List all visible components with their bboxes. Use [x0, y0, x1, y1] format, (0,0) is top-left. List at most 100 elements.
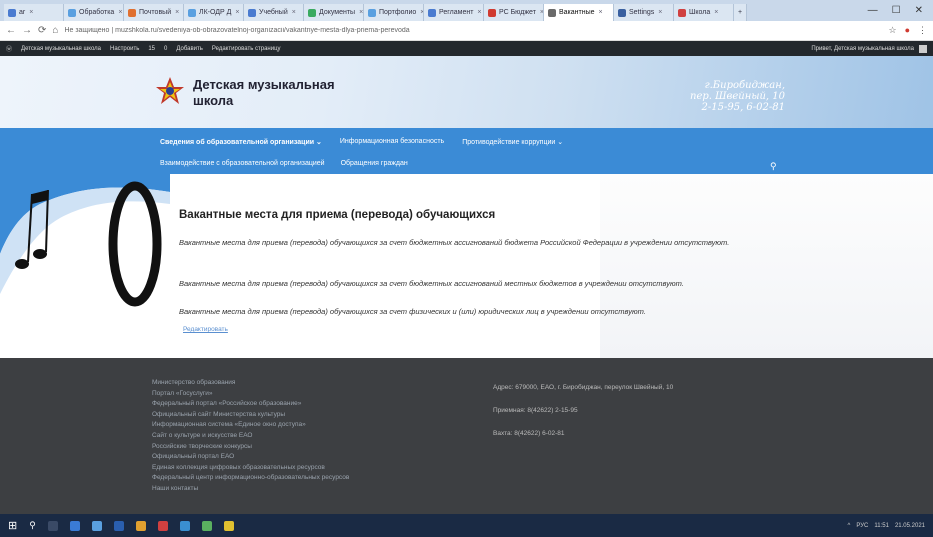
- app-icon[interactable]: [91, 520, 102, 531]
- vacancy-federal: Вакантные места для приема (перевода) об…: [179, 238, 730, 247]
- close-icon[interactable]: ✕: [915, 5, 923, 16]
- browser-tab[interactable]: Регламент ×: [424, 4, 484, 21]
- tab-label: ЛК-ОДР Д: [199, 9, 232, 16]
- browser-tab[interactable]: РС Бюджет ×: [484, 4, 544, 21]
- back-icon[interactable]: ←: [6, 25, 16, 36]
- windows-start-icon[interactable]: ⊞: [8, 519, 17, 532]
- close-tab-icon[interactable]: ×: [175, 9, 179, 16]
- browser-tab[interactable]: Settings ×: [614, 4, 674, 21]
- favicon-icon: [678, 8, 686, 17]
- footer-link[interactable]: Информационная система «Единое окно дост…: [152, 420, 349, 431]
- minimize-icon[interactable]: —: [868, 5, 878, 16]
- browser-tab[interactable]: Школа ×: [674, 4, 734, 21]
- browser-tab[interactable]: Документы ×: [304, 4, 364, 21]
- browser-tab[interactable]: Вакантные ×: [544, 4, 614, 21]
- footer-link[interactable]: Министерство образования: [152, 378, 349, 389]
- edit-page-link[interactable]: Редактировать: [183, 326, 228, 333]
- browser-tab[interactable]: Учебный ×: [244, 4, 304, 21]
- reload-icon[interactable]: ⟳: [38, 25, 46, 36]
- browser-tab[interactable]: Портфолио ×: [364, 4, 424, 21]
- system-tray: ^ РУС 11:51 21.05.2021: [848, 523, 925, 529]
- wp-customize-link[interactable]: Настроить: [110, 46, 139, 52]
- wp-updates-count[interactable]: 15: [148, 46, 155, 52]
- footer-link[interactable]: Единая коллекция цифровых образовательны…: [152, 463, 349, 474]
- search-icon[interactable]: ⚲: [770, 161, 777, 172]
- tray-lang[interactable]: РУС: [856, 523, 868, 529]
- favicon-icon: [248, 8, 256, 17]
- menu-item-appeals[interactable]: Обращения граждан: [341, 160, 408, 167]
- forward-icon[interactable]: →: [22, 25, 32, 36]
- favicon-icon: [128, 8, 136, 17]
- close-tab-icon[interactable]: ×: [477, 9, 481, 16]
- menu-item-infosec[interactable]: Информационная безопасность: [340, 138, 444, 146]
- home-icon[interactable]: ⌂: [52, 25, 58, 36]
- close-tab-icon[interactable]: ×: [714, 9, 718, 16]
- footer-link[interactable]: Федеральный портал «Российское образован…: [152, 399, 349, 410]
- tray-time[interactable]: 11:51: [874, 523, 889, 529]
- wp-user-menu[interactable]: Привет, Детская музыкальная школа: [811, 44, 927, 53]
- avatar: [919, 44, 927, 53]
- school-logo-icon[interactable]: [155, 76, 185, 106]
- menu-item-anticorruption[interactable]: Противодействие коррупции ⌄: [462, 138, 563, 146]
- wp-logo-icon[interactable]: ⓦ: [6, 44, 12, 53]
- app-icon[interactable]: [201, 520, 212, 531]
- tray-date[interactable]: 21.05.2021: [895, 523, 925, 529]
- favicon-icon: [488, 8, 496, 17]
- wp-edit-page-link[interactable]: Редактировать страницу: [212, 46, 281, 52]
- site-name[interactable]: Детская музыкальная школа: [193, 77, 335, 109]
- favicon-icon: [308, 8, 316, 17]
- menu-item-svedeniya[interactable]: Сведения об образовательной организации …: [160, 138, 322, 146]
- task-view-icon[interactable]: [47, 520, 58, 531]
- extension-icon[interactable]: ●: [905, 25, 910, 36]
- browser-tab[interactable]: Обработка ×: [64, 4, 124, 21]
- close-tab-icon[interactable]: ×: [29, 9, 33, 16]
- footer-link[interactable]: Наши контакты: [152, 484, 349, 495]
- windows-taskbar: ⊞ ⚲ ^ РУС 11:51 21.05.2021: [0, 514, 933, 537]
- search-icon[interactable]: ⚲: [29, 520, 36, 531]
- wp-site-link[interactable]: Детская музыкальная школа: [21, 46, 101, 52]
- close-tab-icon[interactable]: ×: [599, 9, 603, 16]
- star-icon[interactable]: ☆: [888, 25, 896, 36]
- tab-label: Учебный: [259, 9, 288, 16]
- site-name-line1: Детская музыкальная: [193, 77, 335, 92]
- footer-link[interactable]: Российские творческие конкурсы: [152, 442, 349, 453]
- menu-item-label: Противодействие коррупции: [462, 139, 556, 146]
- chrome-icon[interactable]: [135, 520, 146, 531]
- close-tab-icon[interactable]: ×: [359, 9, 363, 16]
- tab-label: Школа: [689, 9, 711, 16]
- menu-item-interaction[interactable]: Взаимодействие с образовательной организ…: [160, 160, 325, 167]
- footer-link[interactable]: Официальный сайт Министерства культуры: [152, 410, 349, 421]
- screen: ar × Обработка × Почтовый × ЛК-ОДР Д × Учебный × Д…: [0, 0, 933, 537]
- wp-user-greeting: Привет, Детская музыкальная школа: [811, 45, 914, 52]
- wp-add-new-link[interactable]: Добавить: [176, 46, 203, 52]
- browser-tab[interactable]: Почтовый ×: [124, 4, 184, 21]
- favicon-icon: [548, 8, 556, 17]
- maximize-icon[interactable]: ☐: [892, 5, 901, 16]
- chevron-down-icon: ⌄: [557, 139, 564, 146]
- app-icon[interactable]: [157, 520, 168, 531]
- wp-comments-count[interactable]: 0: [164, 46, 167, 52]
- menu-row-2: Взаимодействие с образовательной организ…: [160, 160, 408, 167]
- app-icon[interactable]: [69, 520, 80, 531]
- close-tab-icon[interactable]: ×: [658, 9, 662, 16]
- footer-contacts: Адрес: 679000, ЕАО, г. Биробиджан, переу…: [493, 382, 673, 451]
- url-input[interactable]: Не защищено | muzshkola.ru/svedeniya-ob-…: [64, 27, 882, 34]
- app-icon[interactable]: [179, 520, 190, 531]
- footer-link[interactable]: Федеральный центр информационно-образова…: [152, 473, 349, 484]
- close-tab-icon[interactable]: ×: [235, 9, 239, 16]
- footer-link[interactable]: Портал «Госуслуги»: [152, 389, 349, 400]
- close-tab-icon[interactable]: ×: [292, 9, 296, 16]
- close-tab-icon[interactable]: ×: [118, 9, 122, 16]
- tab-label: Обработка: [79, 9, 115, 16]
- browser-tab[interactable]: ЛК-ОДР Д ×: [184, 4, 244, 21]
- footer-link[interactable]: Официальный портал ЕАО: [152, 452, 349, 463]
- footer-link[interactable]: Сайт о культуре и искусстве ЕАО: [152, 431, 349, 442]
- app-icon[interactable]: [113, 520, 124, 531]
- favicon-icon: [68, 8, 76, 17]
- browser-tab[interactable]: ar ×: [4, 4, 64, 21]
- page-title: Вакантные места для приема (перевода) об…: [179, 209, 496, 221]
- menu-icon[interactable]: ⋮: [918, 25, 927, 36]
- tray-up-icon[interactable]: ^: [848, 523, 851, 529]
- app-icon[interactable]: [223, 520, 234, 531]
- new-tab-icon[interactable]: +: [734, 4, 748, 21]
